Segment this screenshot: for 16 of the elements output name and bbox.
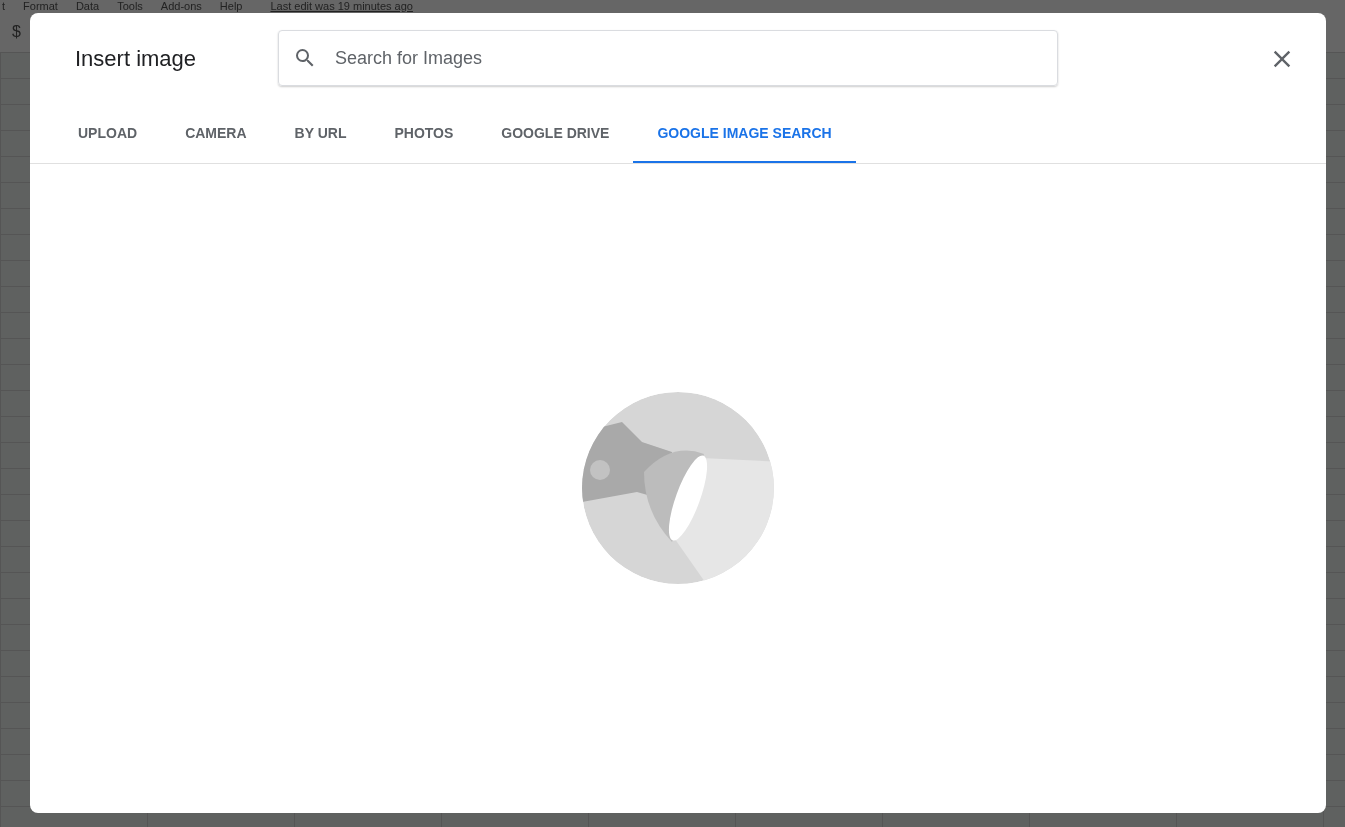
tab[interactable]: PHOTOS (370, 105, 478, 163)
tab[interactable]: BY URL (270, 105, 371, 163)
tab[interactable]: CAMERA (161, 105, 271, 163)
menu-item[interactable]: Data (75, 0, 100, 12)
last-edit-link[interactable]: Last edit was 19 minutes ago (270, 0, 413, 12)
menu-item[interactable]: Add-ons (160, 0, 202, 12)
dialog-title: Insert image (75, 46, 198, 72)
menu-item[interactable]: Help (219, 0, 243, 12)
search-field[interactable]: Search for Images (278, 30, 1058, 86)
currency-format-button[interactable]: $ (12, 23, 21, 41)
tab[interactable]: GOOGLE IMAGE SEARCH (633, 105, 856, 163)
menu-item[interactable]: t (2, 0, 6, 12)
menu-item[interactable]: Format (23, 0, 58, 12)
menu-item[interactable]: Tools (117, 0, 143, 12)
tab[interactable]: UPLOAD (54, 105, 162, 163)
tab[interactable]: GOOGLE DRIVE (477, 105, 634, 163)
